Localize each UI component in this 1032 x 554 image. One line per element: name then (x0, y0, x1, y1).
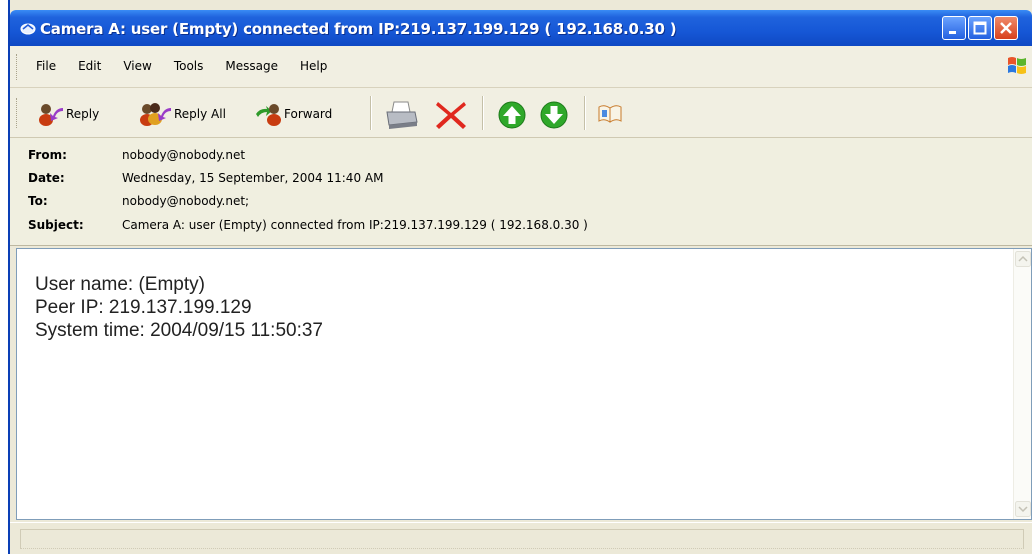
to-label: To: (28, 194, 48, 208)
next-message-button[interactable] (538, 100, 572, 129)
message-body[interactable]: User name: (Empty) Peer IP: 219.137.199.… (16, 248, 1032, 520)
reply-all-label: Reply All (174, 107, 226, 121)
print-button[interactable] (384, 100, 420, 129)
message-line: Peer IP: 219.137.199.129 (35, 297, 252, 318)
scroll-up-icon[interactable] (1015, 251, 1031, 267)
close-button[interactable] (994, 16, 1018, 40)
subject-label: Subject: (28, 218, 84, 232)
date-value: Wednesday, 15 September, 2004 11:40 AM (122, 171, 384, 185)
vertical-scrollbar[interactable] (1013, 249, 1031, 519)
minimize-button[interactable] (942, 16, 966, 40)
menu-edit[interactable]: Edit (78, 59, 101, 73)
menu-grip[interactable] (16, 54, 19, 80)
windows-logo-icon (1006, 54, 1028, 78)
delete-button[interactable] (434, 100, 468, 129)
toolbar-grip[interactable] (16, 98, 19, 128)
toolbar-separator (584, 96, 586, 130)
title-bar[interactable]: Camera A: user (Empty) connected from IP… (10, 10, 1032, 46)
status-panel (20, 529, 1024, 549)
previous-message-button[interactable] (496, 100, 530, 129)
date-row: Date: Wednesday, 15 September, 2004 11:4… (28, 171, 383, 189)
mail-app-icon (20, 20, 36, 36)
message-window: Camera A: user (Empty) connected from IP… (8, 0, 1032, 554)
address-book-button[interactable] (596, 100, 624, 128)
from-label: From: (28, 148, 67, 162)
date-label: Date: (28, 171, 65, 185)
forward-icon (254, 100, 282, 128)
subject-value: Camera A: user (Empty) connected from IP… (122, 218, 588, 232)
menu-view[interactable]: View (123, 59, 151, 73)
reply-button[interactable]: Reply (36, 100, 99, 128)
message-headers: From: nobody@nobody.net Date: Wednesday,… (10, 138, 1032, 246)
menu-message[interactable]: Message (225, 59, 278, 73)
address-book-icon (596, 100, 624, 128)
reply-icon (36, 100, 64, 128)
toolbar-separator (482, 96, 484, 130)
down-arrow-icon (538, 100, 572, 129)
to-value[interactable]: nobody@nobody.net; (122, 194, 249, 212)
from-row: From: nobody@nobody.net (28, 148, 245, 166)
delete-x-icon (434, 100, 468, 129)
scroll-down-icon[interactable] (1015, 501, 1031, 517)
window-title: Camera A: user (Empty) connected from IP… (40, 20, 677, 38)
message-text: User name: (Empty) Peer IP: 219.137.199.… (35, 273, 323, 342)
maximize-button[interactable] (968, 16, 992, 40)
printer-icon (384, 100, 420, 129)
up-arrow-icon (496, 100, 530, 129)
toolbar: Reply Reply All Forward (10, 88, 1032, 138)
reply-label: Reply (66, 107, 100, 121)
reply-all-icon (138, 100, 172, 128)
menu-bar: File Edit View Tools Message Help (10, 46, 1032, 88)
menu-file[interactable]: File (36, 59, 56, 73)
toolbar-separator (370, 96, 372, 130)
message-line: User name: (Empty) (35, 274, 205, 295)
message-line: System time: 2004/09/15 11:50:37 (35, 320, 323, 341)
status-bar (10, 522, 1032, 554)
subject-row: Subject: Camera A: user (Empty) connecte… (28, 218, 588, 236)
menu-tools[interactable]: Tools (174, 59, 204, 73)
forward-label: Forward (284, 107, 333, 121)
from-value[interactable]: nobody@nobody.net (122, 148, 245, 166)
forward-button[interactable]: Forward (254, 100, 332, 128)
reply-all-button[interactable]: Reply All (138, 100, 226, 128)
to-row: To: nobody@nobody.net; (28, 194, 249, 212)
menu-help[interactable]: Help (300, 59, 327, 73)
